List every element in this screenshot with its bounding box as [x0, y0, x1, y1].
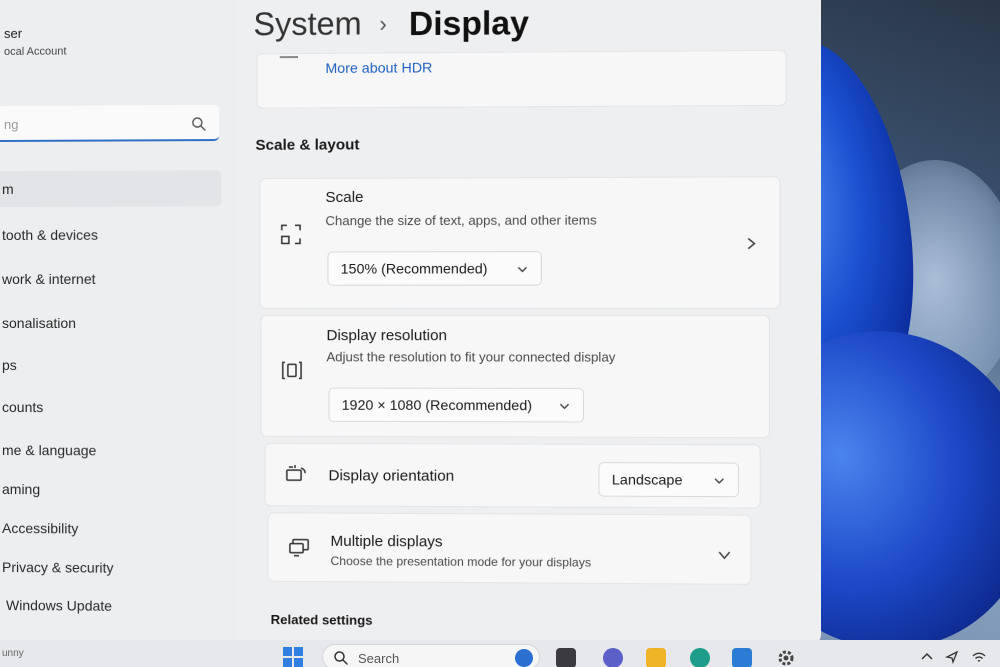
- sidebar-item-system[interactable]: m: [0, 170, 222, 207]
- sidebar-item-label: tooth & devices: [1, 226, 98, 243]
- scale-icon: [279, 222, 303, 246]
- more-about-hdr-link[interactable]: More about HDR: [325, 59, 432, 76]
- user-name: ser: [3, 25, 23, 41]
- chevron-down-icon: [713, 475, 725, 487]
- sidebar-item-network-internet[interactable]: work & internet: [0, 261, 221, 297]
- display-resolution-description: Adjust the resolution to fit your connec…: [326, 349, 616, 365]
- user-account-type: ocal Account: [3, 45, 67, 58]
- sidebar-item-time-language[interactable]: me & language: [0, 432, 221, 469]
- resolution-icon: [280, 358, 304, 382]
- sidebar-item-gaming[interactable]: aming: [0, 471, 221, 508]
- chevron-right-icon[interactable]: [744, 236, 759, 250]
- scale-card[interactable]: Scale Change the size of text, apps, and…: [259, 176, 781, 309]
- orientation-dropdown-value: Landscape: [611, 471, 683, 488]
- settings-search-input[interactable]: [3, 113, 175, 134]
- sidebar-item-label: counts: [1, 399, 44, 416]
- multiple-displays-card[interactable]: Multiple displays Choose the presentatio…: [267, 512, 752, 585]
- chevron-down-icon: [516, 263, 528, 275]
- settings-search-box[interactable]: [0, 104, 220, 142]
- breadcrumb-separator: ›: [379, 11, 387, 37]
- taskbar: unny Search: [0, 640, 1000, 667]
- display-resolution-card: Display resolution Adjust the resolution…: [260, 314, 771, 439]
- wifi-icon[interactable]: [972, 650, 986, 664]
- display-resolution-title: Display resolution: [326, 327, 448, 345]
- related-settings-title: Related settings: [270, 611, 373, 628]
- taskbar-search-label: Search: [358, 651, 400, 666]
- sidebar-item-accessibility[interactable]: Accessibility: [0, 510, 221, 547]
- settings-gear-icon[interactable]: [776, 648, 796, 667]
- page-title: Display: [408, 3, 529, 43]
- sidebar-item-label: m: [1, 180, 14, 197]
- location-icon[interactable]: [945, 650, 959, 664]
- orientation-dropdown[interactable]: Landscape: [598, 462, 739, 498]
- sidebar-item-personalisation[interactable]: sonalisation: [0, 305, 221, 341]
- chevron-down-icon[interactable]: [717, 548, 732, 562]
- sidebar-item-windows-update[interactable]: Windows Update: [0, 587, 221, 625]
- search-icon: [334, 651, 348, 665]
- sidebar-item-privacy-security[interactable]: Privacy & security: [0, 549, 221, 586]
- sidebar-item-apps[interactable]: ps: [0, 347, 221, 383]
- settings-window: ser ocal Account m tooth & devices work …: [0, 0, 821, 647]
- sidebar-item-label: sonalisation: [1, 314, 77, 332]
- store-icon[interactable]: [732, 648, 752, 667]
- scale-description: Change the size of text, apps, and other…: [325, 212, 597, 229]
- bing-icon[interactable]: [515, 649, 533, 667]
- sidebar-item-accounts[interactable]: counts: [0, 389, 221, 426]
- edge-icon[interactable]: [690, 648, 710, 667]
- hdr-collapsed-icon: [279, 56, 299, 59]
- chevron-up-icon[interactable]: [920, 650, 934, 664]
- sidebar-item-label: work & internet: [1, 270, 96, 287]
- task-view-icon[interactable]: [556, 648, 576, 667]
- section-title-scale-layout: Scale & layout: [255, 136, 360, 154]
- windows-start-icon[interactable]: [282, 646, 304, 667]
- display-orientation-card: Display orientation Landscape: [264, 442, 761, 509]
- sidebar: ser ocal Account m tooth & devices work …: [0, 0, 237, 642]
- scale-dropdown[interactable]: 150% (Recommended): [327, 251, 542, 286]
- multiple-displays-description: Choose the presentation mode for your di…: [330, 553, 592, 570]
- teams-icon[interactable]: [603, 648, 623, 667]
- sidebar-item-label: me & language: [1, 442, 97, 459]
- multiple-displays-title: Multiple displays: [330, 532, 443, 551]
- weather-widget-text[interactable]: unny: [2, 648, 24, 659]
- sidebar-item-label: aming: [1, 481, 41, 498]
- display-orientation-title: Display orientation: [328, 467, 455, 485]
- file-explorer-icon[interactable]: [646, 648, 666, 667]
- multiple-displays-icon: [287, 536, 311, 560]
- resolution-dropdown[interactable]: 1920 × 1080 (Recommended): [328, 387, 585, 423]
- search-icon[interactable]: [191, 116, 207, 132]
- sidebar-item-bluetooth-devices[interactable]: tooth & devices: [0, 216, 221, 253]
- chevron-down-icon: [558, 400, 570, 412]
- taskbar-search-box[interactable]: Search: [322, 644, 540, 667]
- orientation-icon: [284, 461, 308, 485]
- breadcrumb-system[interactable]: System: [253, 5, 361, 43]
- scale-title: Scale: [325, 188, 364, 207]
- sidebar-item-label: Privacy & security: [1, 559, 114, 576]
- resolution-dropdown-value: 1920 × 1080 (Recommended): [341, 396, 533, 414]
- sidebar-item-label: ps: [1, 357, 17, 374]
- sidebar-item-label: Windows Update: [5, 597, 113, 614]
- sidebar-item-label: Accessibility: [1, 520, 79, 537]
- scale-dropdown-value: 150% (Recommended): [340, 260, 488, 277]
- hdr-card: More about HDR: [256, 49, 787, 109]
